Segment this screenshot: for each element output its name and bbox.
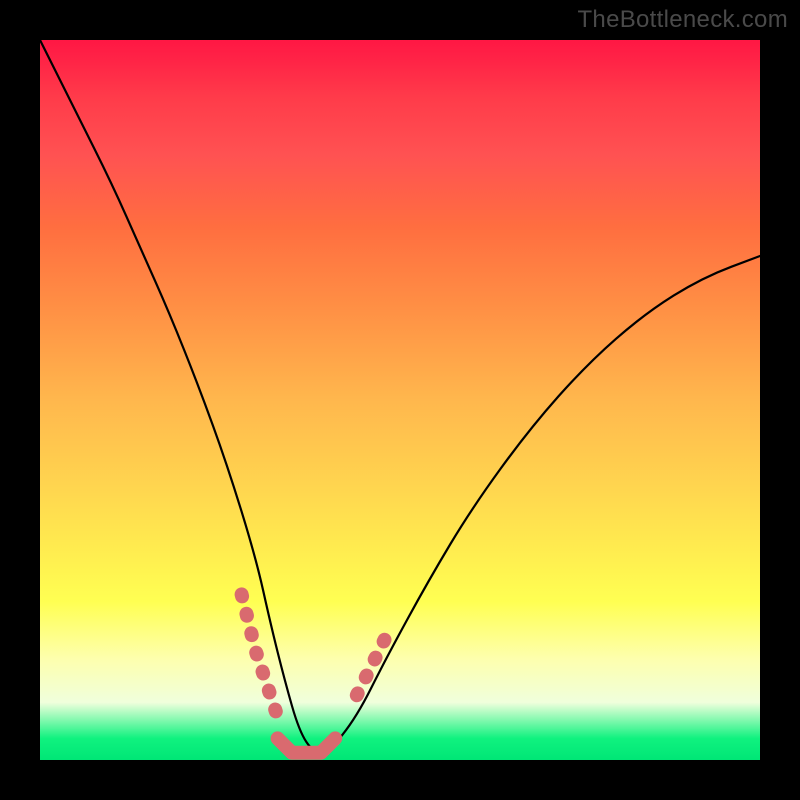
highlight-bottom-path — [278, 738, 336, 752]
bottleneck-curve-path — [40, 40, 760, 753]
highlight-right-path — [357, 638, 386, 696]
highlight-left-path — [242, 594, 278, 716]
curve-layer — [40, 40, 760, 760]
chart-frame: TheBottleneck.com — [0, 0, 800, 800]
watermark-text: TheBottleneck.com — [577, 6, 788, 34]
gradient-plot-area — [40, 40, 760, 760]
